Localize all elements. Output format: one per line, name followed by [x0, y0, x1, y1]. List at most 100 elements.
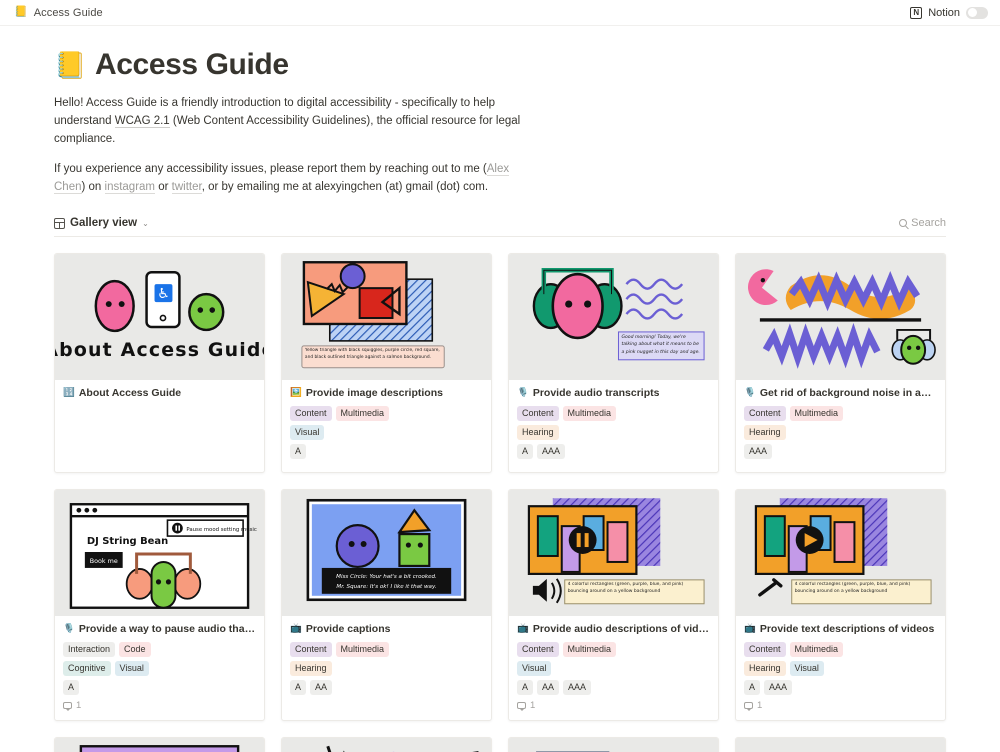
- card-title: 🎙️ Provide a way to pause audio that pla…: [63, 623, 256, 636]
- tab-gallery-view[interactable]: Gallery view ⌄: [54, 217, 149, 229]
- card-body: 📺 Provide text descriptions of videos Co…: [736, 616, 945, 720]
- card-icon: 🖼️: [290, 387, 302, 399]
- card-title-text: Provide text descriptions of videos: [759, 623, 935, 636]
- svg-text:Mr. Square: It's ok! I like it: Mr. Square: It's ok! I like it that way.: [336, 584, 436, 590]
- tag-visual[interactable]: Visual: [517, 661, 552, 677]
- search-button[interactable]: Search: [899, 217, 946, 229]
- notion-toggle-switch[interactable]: [966, 6, 988, 19]
- tag-multimedia[interactable]: Multimedia: [789, 406, 844, 422]
- tag-multimedia[interactable]: Multimedia: [562, 642, 617, 658]
- tag-hearing[interactable]: Hearing: [744, 425, 786, 441]
- card-body: 🔢 About Access Guide: [55, 380, 264, 415]
- tag-row: Content Multimedia: [517, 642, 710, 658]
- card-body: 🎙️ Get rid of background noise in audio …: [736, 380, 945, 472]
- tag-visual[interactable]: Visual: [789, 661, 824, 677]
- tag-a[interactable]: A: [517, 444, 534, 460]
- card-body: 📺 Provide audio descriptions of videos C…: [509, 616, 718, 720]
- breadcrumb[interactable]: 📒 Access Guide: [14, 7, 103, 19]
- instagram-link[interactable]: instagram: [104, 181, 156, 195]
- gallery-card[interactable]: K! 🤟 Provide ASL interpretation of video: [54, 737, 265, 752]
- tag-interaction[interactable]: Interaction: [63, 642, 116, 658]
- card-cover-image: K!: [55, 738, 264, 752]
- card-title-text: Provide image descriptions: [305, 387, 443, 400]
- gallery-card[interactable]: ♿ About Access Guide 🔢 About Access Guid…: [54, 253, 265, 474]
- tag-content[interactable]: Content: [290, 406, 332, 422]
- tag-row: Cognitive Visual: [63, 661, 256, 677]
- tag-a[interactable]: A: [290, 680, 307, 696]
- tag-a[interactable]: A: [517, 680, 534, 696]
- tag-row: Content Multimedia: [744, 406, 937, 422]
- tag-row: A AA AAA: [517, 680, 710, 696]
- tag-aa[interactable]: AA: [310, 680, 333, 696]
- card-icon: 📺: [290, 623, 302, 635]
- comment-icon: [744, 702, 753, 711]
- tag-content[interactable]: Content: [744, 406, 786, 422]
- card-title: 🎙️ Provide audio transcripts: [517, 387, 710, 400]
- comment-count-group[interactable]: 1: [517, 700, 710, 711]
- page-content: 📒 Access Guide Hello! Access Guide is a …: [54, 26, 946, 752]
- card-cover-image: Miss Circle: Your hat's a bit crooked. M…: [282, 490, 491, 617]
- tag-row: Content Multimedia: [744, 642, 937, 658]
- tag-multimedia[interactable]: Multimedia: [562, 406, 617, 422]
- tag-a[interactable]: A: [63, 680, 80, 696]
- card-body: 🎙️ Provide audio transcripts Content Mult…: [509, 380, 718, 472]
- card-cover-image: 4 colorful rectangles (green, purple, bl…: [736, 490, 945, 617]
- tag-cognitive[interactable]: Cognitive: [63, 661, 111, 677]
- card-title: 🖼️ Provide image descriptions: [290, 387, 483, 400]
- tag-aaa[interactable]: AAA: [764, 680, 793, 696]
- tag-visual[interactable]: Visual: [114, 661, 149, 677]
- card-title: 📺 Provide captions: [290, 623, 483, 636]
- tag-row: Hearing: [290, 661, 483, 677]
- card-cover-image: Good morning! Today, we're talking about…: [509, 254, 718, 381]
- tag-hearing[interactable]: Hearing: [744, 661, 786, 677]
- tag-a[interactable]: A: [744, 680, 761, 696]
- card-cover-image: [282, 738, 491, 752]
- comment-count-group[interactable]: 1: [63, 700, 256, 711]
- gallery-card[interactable]: LOL Laugh out loud LMAO Laughing my ass …: [735, 737, 946, 752]
- card-title-text: Provide audio transcripts: [532, 387, 660, 400]
- card-cover-image: 4 colorful rectangles (green, purple, bl…: [509, 490, 718, 617]
- gallery-card[interactable]: Yellow triangle with black squiggles, pu…: [281, 253, 492, 474]
- gallery-card[interactable]: Good morning! Today, we're talking about…: [508, 253, 719, 474]
- search-icon: [899, 219, 908, 228]
- tag-a[interactable]: A: [290, 444, 307, 460]
- gallery-card[interactable]: Pause mood setting music DJ String Bean …: [54, 489, 265, 722]
- tag-content[interactable]: Content: [517, 406, 559, 422]
- tag-multimedia[interactable]: Multimedia: [789, 642, 844, 658]
- wcag-link[interactable]: WCAG 2.1: [114, 114, 170, 128]
- tag-content[interactable]: Content: [744, 642, 786, 658]
- tag-aaa[interactable]: AAA: [563, 680, 592, 696]
- tag-code[interactable]: Code: [119, 642, 151, 658]
- gallery-card[interactable]: 🚨 Don't use flashing lights: [281, 737, 492, 752]
- tag-visual[interactable]: Visual: [290, 425, 325, 441]
- tag-multimedia[interactable]: Multimedia: [335, 406, 390, 422]
- twitter-link[interactable]: twitter: [171, 181, 202, 195]
- grid-icon: [54, 217, 65, 229]
- card-title: 🔢 About Access Guide: [63, 387, 256, 400]
- card-cover-image: Yellow triangle with black squiggles, pu…: [282, 254, 491, 381]
- tag-aa[interactable]: AA: [537, 680, 560, 696]
- gallery-card[interactable]: 4 colorful rectangles (green, purple, bl…: [508, 489, 719, 722]
- gallery-card[interactable]: 4 colorful rectangles (green, purple, bl…: [735, 489, 946, 722]
- comment-count-group[interactable]: 1: [744, 700, 937, 711]
- notion-toggle-group[interactable]: N Notion: [910, 6, 988, 19]
- tag-aaa[interactable]: AAA: [537, 444, 566, 460]
- notebook-icon: 📒: [14, 6, 28, 18]
- tag-multimedia[interactable]: Multimedia: [335, 642, 390, 658]
- svg-text:Book me: Book me: [90, 558, 118, 565]
- tag-aaa[interactable]: AAA: [744, 444, 773, 460]
- tag-content[interactable]: Content: [517, 642, 559, 658]
- gallery-card[interactable]: Gobbledygook language that is meaningles…: [508, 737, 719, 752]
- card-title-text: Get rid of background noise in audio: [759, 387, 937, 400]
- tag-content[interactable]: Content: [290, 642, 332, 658]
- svg-text:DJ String Bean: DJ String Bean: [87, 536, 168, 547]
- tag-hearing[interactable]: Hearing: [517, 425, 559, 441]
- gallery-card[interactable]: Miss Circle: Your hat's a bit crooked. M…: [281, 489, 492, 722]
- chevron-down-icon[interactable]: ⌄: [142, 219, 149, 228]
- gallery-view-label: Gallery view: [70, 217, 138, 230]
- gallery-card[interactable]: 🎙️ Get rid of background noise in audio …: [735, 253, 946, 474]
- comment-icon: [517, 702, 526, 711]
- intro-p2-part-b: ) on: [81, 181, 105, 194]
- tag-row: Interaction Code: [63, 642, 256, 658]
- tag-hearing[interactable]: Hearing: [290, 661, 332, 677]
